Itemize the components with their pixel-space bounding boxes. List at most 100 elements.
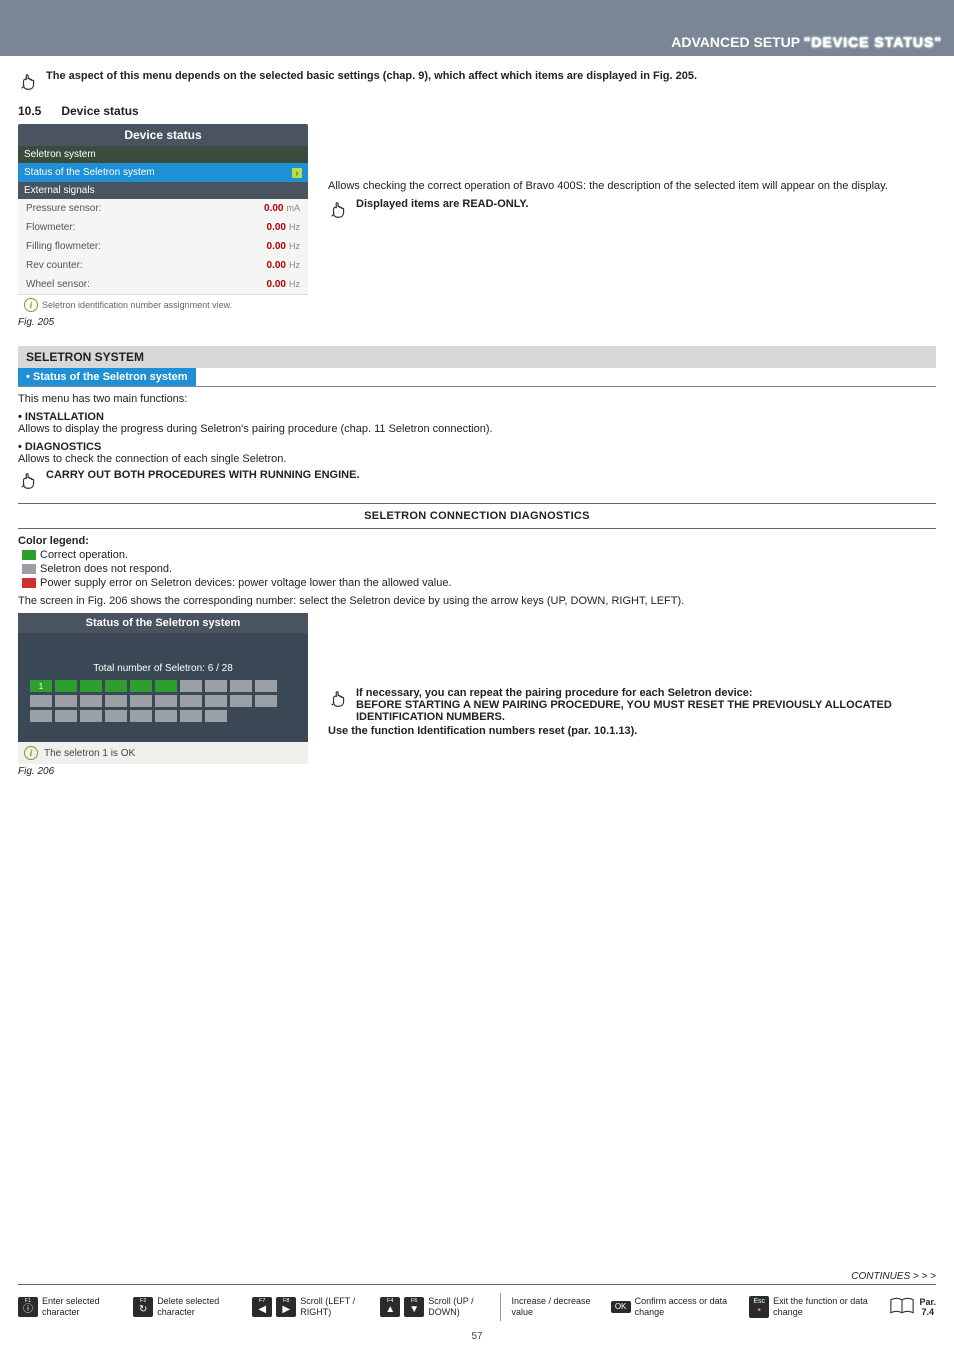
panel-external-label: External signals [18,182,308,199]
hand-icon [328,198,350,220]
pairing-note-2: BEFORE STARTING A NEW PAIRING PROCEDURE,… [356,699,892,723]
seletron-node[interactable] [105,695,127,707]
seletron-node[interactable] [180,680,202,692]
esc-text: Exit the function or data change [773,1296,879,1318]
readonly-note: Displayed items are READ-ONLY. [356,198,529,210]
fig206-footer-text: The seletron 1 is OK [44,748,135,759]
pairing-note-1: If necessary, you can repeat the pairing… [356,687,753,699]
seletron-node[interactable] [105,680,127,692]
seletron-node[interactable] [230,680,252,692]
installation-heading: • INSTALLATION [18,411,936,423]
signal-row: Rev counter:0.00Hz [18,256,308,275]
seletron-node[interactable] [80,695,102,707]
hand-icon [328,687,350,709]
top-grey-bar [0,0,954,28]
seletron-node[interactable] [30,695,52,707]
ok-key-icon[interactable]: OK [611,1301,631,1313]
legend-item: Correct operation. [22,549,936,561]
panel-title: Device status [18,124,308,146]
device-status-panel: Device status Seletron system Status of … [18,124,308,315]
fig206-caption: Fig. 206 [18,766,308,777]
seletron-node[interactable] [205,710,227,722]
seletron-node[interactable] [255,695,277,707]
seletron-grid: 1 [30,680,296,722]
swatch-grey [22,564,36,574]
f8-key-icon[interactable]: F8▶ [276,1297,296,1318]
par-label: Par. [919,1297,936,1307]
f4-key-icon[interactable]: F4▲ [380,1297,400,1318]
page-number: 57 [0,1327,954,1350]
use-function-name: Identification numbers reset [417,725,564,737]
seletron-node[interactable] [255,680,277,692]
installation-para: Allows to display the progress during Se… [18,423,936,435]
legend-item: Power supply error on Seletron devices: … [22,577,936,589]
seletron-node[interactable] [155,680,177,692]
signal-row: Wheel sensor:0.00Hz [18,275,308,294]
key-esc: Esc• Exit the function or data change [749,1296,879,1318]
panel-status-text: Status of the Seletron system [24,167,155,178]
section-heading: 10.5 Device status [18,104,936,118]
seletron-node[interactable] [80,680,102,692]
separator [500,1293,501,1321]
f2-text: Delete selected character [157,1296,242,1318]
menu-intro: This menu has two main functions: [18,393,936,405]
seletron-node[interactable] [230,695,252,707]
f46-text: Scroll (UP / DOWN) [428,1296,490,1318]
engine-note: CARRY OUT BOTH PROCEDURES WITH RUNNING E… [46,469,360,481]
seletron-node[interactable] [55,680,77,692]
continues-label: CONTINUES > > > [0,1271,936,1282]
section-title: Device status [61,104,138,118]
header-title-quoted: "DEVICE STATUS" [804,34,942,50]
seletron-node[interactable] [130,695,152,707]
key-f1: F1ⓘ Enter selected character [18,1296,123,1318]
seletron-node[interactable] [55,695,77,707]
swatch-green [22,550,36,560]
page-header: ADVANCED SETUP "DEVICE STATUS" [0,28,954,56]
seletron-node[interactable] [180,710,202,722]
hand-icon [18,70,40,92]
info-icon: i [24,746,38,760]
seletron-node[interactable] [205,680,227,692]
seletron-node[interactable] [80,710,102,722]
f6-key-icon[interactable]: F6▼ [404,1297,424,1318]
f1-text: Enter selected character [42,1296,123,1318]
info-icon: i [24,298,38,312]
seletron-node[interactable] [55,710,77,722]
header-title-left: ADVANCED SETUP [671,34,804,50]
key-updown: Increase / decrease value [511,1296,600,1318]
chevron-right-icon: › [292,168,302,178]
seletron-node-selected[interactable]: 1 [30,680,52,692]
hand-icon [18,469,40,491]
esc-key-icon[interactable]: Esc• [749,1296,769,1318]
updown-text: Increase / decrease value [511,1296,600,1318]
seletron-node[interactable] [130,680,152,692]
seletron-node[interactable] [180,695,202,707]
panel-signal-list: Pressure sensor:0.00mA Flowmeter:0.00Hz … [18,199,308,294]
panel-status-row[interactable]: Status of the Seletron system › [18,163,308,182]
f1-key-icon[interactable]: F1ⓘ [18,1297,38,1318]
seletron-status-panel: Status of the Seletron system Total numb… [18,613,308,764]
key-ok: OK Confirm access or data change [611,1296,740,1318]
status-subheading: • Status of the Seletron system [18,368,196,386]
f2-key-icon[interactable]: F2↻ [133,1297,153,1318]
use-function-suffix: (par. 10.1.13). [565,725,638,737]
seletron-system-heading: SELETRON SYSTEM [18,346,936,368]
panel-footer-text: Seletron identification number assignmen… [42,300,232,310]
book-icon [889,1296,915,1318]
seletron-node[interactable] [105,710,127,722]
signal-row: Filling flowmeter:0.00Hz [18,237,308,256]
intro-note: The aspect of this menu depends on the s… [46,70,697,82]
seletron-node[interactable] [155,710,177,722]
seletron-node[interactable] [155,695,177,707]
seletron-node[interactable] [130,710,152,722]
legend-title: Color legend: [18,535,936,547]
key-f4-f6: F4▲ F6▼ Scroll (UP / DOWN) [380,1296,490,1318]
key-f7-f8: F7◀ F8▶ Scroll (LEFT / RIGHT) [252,1296,370,1318]
fig206-title: Status of the Seletron system [18,613,308,633]
seletron-node[interactable] [205,695,227,707]
f7-key-icon[interactable]: F7◀ [252,1297,272,1318]
section-number: 10.5 [18,104,58,118]
screen-intro: The screen in Fig. 206 shows the corresp… [18,595,936,607]
seletron-node[interactable] [30,710,52,722]
signal-row: Pressure sensor:0.00mA [18,199,308,218]
